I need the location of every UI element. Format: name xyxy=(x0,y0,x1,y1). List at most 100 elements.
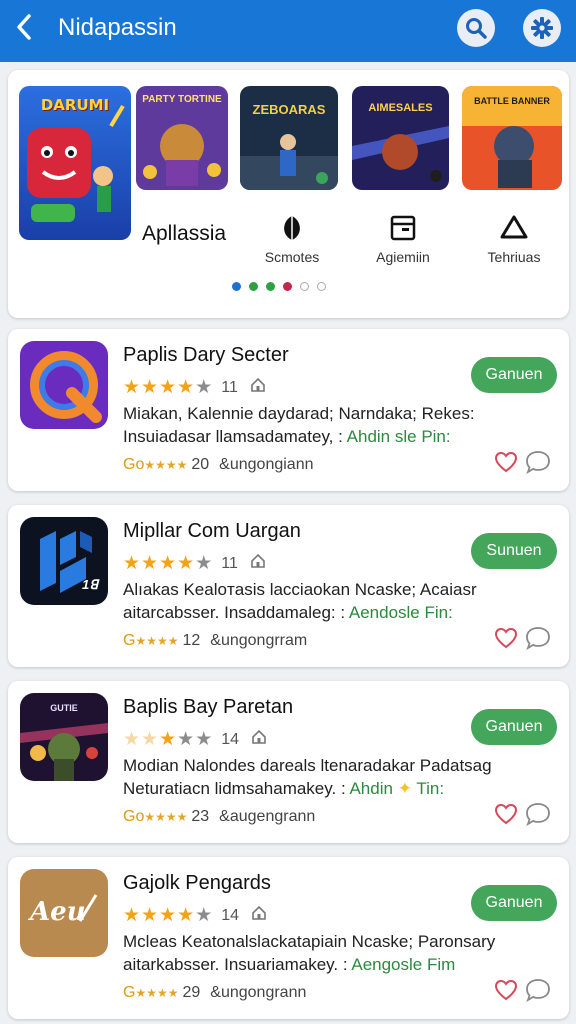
favorite-button[interactable] xyxy=(494,803,518,830)
featured-banner-3[interactable]: ZEBOARAS xyxy=(240,86,338,190)
app-name[interactable]: Baplis Bay Paretan xyxy=(123,696,293,719)
desc-text: Neturatiacn lidmsahamakey. : xyxy=(123,779,346,798)
leaf-icon xyxy=(284,216,300,240)
desc-text: Insuiadasar llamsadamatey, : xyxy=(123,427,343,446)
carousel-dot[interactable] xyxy=(249,282,258,291)
banner-title: BATTLE BANNER xyxy=(474,96,550,106)
heart-icon xyxy=(494,979,518,1001)
comment-icon xyxy=(526,451,550,475)
featured-label: Apllassia xyxy=(142,222,227,245)
install-button[interactable]: Ganuen xyxy=(471,885,557,921)
home-icon xyxy=(251,377,265,392)
banner-title: ZEBOARAS xyxy=(252,102,326,117)
meta-prefix: Go xyxy=(123,456,145,473)
rating-row: ★★★★★ 11 xyxy=(123,552,266,575)
app-icon[interactable]: GUTIE xyxy=(20,693,108,781)
featured-banner-1[interactable]: DARUMI xyxy=(19,86,131,240)
carousel-dot[interactable] xyxy=(232,282,241,291)
category-scmotes[interactable]: Scmotes xyxy=(237,213,347,265)
rating-row: ★★★★★ 11 xyxy=(123,376,266,399)
rating-count: 14 xyxy=(221,906,240,924)
app-icon[interactable] xyxy=(20,341,108,429)
meta-number: 12 xyxy=(182,632,201,649)
mini-stars: ★★★★ xyxy=(135,634,179,648)
search-button[interactable] xyxy=(457,9,495,47)
sparkle-icon: ✦ xyxy=(397,779,412,798)
mini-stars: ★★★★ xyxy=(144,810,188,824)
favorite-button[interactable] xyxy=(494,451,518,478)
app-card[interactable]: Aeu Gajolk Pengards ★★★★★ 14 Mcleas Keatonal… xyxy=(8,857,569,1019)
rating-count: 14 xyxy=(221,730,240,748)
star-rating: ★★★★★ xyxy=(123,729,214,750)
desc-link[interactable]: Aengosle Fim xyxy=(351,955,455,974)
desc-link[interactable]: Ahdin xyxy=(349,779,392,798)
star-rating: ★★★★★ xyxy=(123,553,214,574)
featured-banner-2[interactable]: PARTY TORTINE xyxy=(136,86,228,190)
icon-text: GUTIE xyxy=(50,703,78,713)
desc-text: aitarkabsser. Insuariamakey. : xyxy=(123,955,348,974)
meta-row: Go ★★★★ 20 &ungongiann xyxy=(123,456,313,474)
meta-number: 29 xyxy=(182,984,201,1001)
meta-number: 23 xyxy=(191,808,210,825)
app-description-line2: aitarkabsser. Insuariamakey. : Aengosle … xyxy=(123,955,455,975)
app-card[interactable]: GUTIE Baplis Bay Paretan ★★★★★ 14 Modian Nal… xyxy=(8,681,569,843)
page-title: Nidapassin xyxy=(58,14,177,41)
app-card[interactable]: Paplis Dary Secter ★★★★★ 11 Miakan, Kalenni… xyxy=(8,329,569,491)
app-name[interactable]: Gajolk Pengards xyxy=(123,872,271,895)
meta-text: &ungongiann xyxy=(219,456,314,473)
app-description: Mcleas Keatonalslackatapiain Ncaske; Par… xyxy=(123,932,496,951)
mini-stars: ★★★★ xyxy=(144,458,188,472)
comment-button[interactable] xyxy=(524,801,552,832)
back-button[interactable] xyxy=(12,12,40,42)
desc-text: aitarcabsser. Insaddamaleg: : xyxy=(123,603,346,622)
install-button[interactable]: Ganuen xyxy=(471,709,557,745)
category-label: Tehriuas xyxy=(487,249,541,265)
carousel-indicator[interactable] xyxy=(232,282,326,291)
app-description: Alıakas Kealoтasis lacciaokan Ncaske; Ac… xyxy=(123,580,477,599)
settings-button[interactable] xyxy=(523,9,561,47)
app-name[interactable]: Mipllar Com Uargan xyxy=(123,520,301,543)
desc-link-tail[interactable]: Tin: xyxy=(416,779,444,798)
window-icon xyxy=(390,215,416,241)
carousel-dot[interactable] xyxy=(283,282,292,291)
category-agiemiin[interactable]: Agiemiin xyxy=(348,213,458,265)
star-rating: ★★★★★ xyxy=(123,377,214,398)
favorite-button[interactable] xyxy=(494,627,518,654)
comment-button[interactable] xyxy=(524,625,552,656)
comment-button[interactable] xyxy=(524,977,552,1008)
desc-link[interactable]: Aendosle Fin: xyxy=(349,603,453,622)
mini-stars: ★★★★ xyxy=(135,986,179,1000)
comment-button[interactable] xyxy=(524,449,552,480)
desc-link[interactable]: Ahdin sle Pin: xyxy=(347,427,451,446)
meta-prefix: Go xyxy=(123,808,145,825)
meta-prefix: G xyxy=(123,984,136,1001)
heart-icon xyxy=(494,451,518,473)
meta-text: &augengrann xyxy=(219,808,316,825)
app-header: Nidapassin xyxy=(0,0,576,62)
comment-icon xyxy=(526,803,550,827)
carousel-dot[interactable] xyxy=(266,282,275,291)
app-icon[interactable]: Aeu xyxy=(20,869,108,957)
meta-prefix: G xyxy=(123,632,136,649)
star-rating: ★★★★★ xyxy=(123,905,214,926)
carousel-dot[interactable] xyxy=(317,282,326,291)
category-tehriuas[interactable]: Tehriuas xyxy=(459,213,569,265)
install-button[interactable]: Sunuen xyxy=(471,533,557,569)
banner-title: DARUMI xyxy=(40,96,110,114)
app-card[interactable]: 1ꓭ Mipllar Com Uargan ★★★★★ 11 Alıakas Kealo… xyxy=(8,505,569,667)
rating-count: 11 xyxy=(221,554,238,572)
home-icon xyxy=(252,729,266,744)
install-button[interactable]: Ganuen xyxy=(471,357,557,393)
rating-row: ★★★★★ 14 xyxy=(123,904,267,927)
featured-banner-5[interactable]: BATTLE BANNER xyxy=(462,86,562,190)
featured-banner-4[interactable]: AIMESALES xyxy=(352,86,449,190)
carousel-dot[interactable] xyxy=(300,282,309,291)
meta-row: G ★★★★ 29 &ungongrann xyxy=(123,984,306,1002)
banner-title: PARTY TORTINE xyxy=(142,94,222,105)
favorite-button[interactable] xyxy=(494,979,518,1006)
app-icon[interactable]: 1ꓭ xyxy=(20,517,108,605)
app-description: Miakan, Kalennie daydarad; Narndaka; Rek… xyxy=(123,404,475,423)
rating-count: 11 xyxy=(221,378,238,396)
app-name[interactable]: Paplis Dary Secter xyxy=(123,344,289,367)
gear-icon xyxy=(531,17,553,39)
